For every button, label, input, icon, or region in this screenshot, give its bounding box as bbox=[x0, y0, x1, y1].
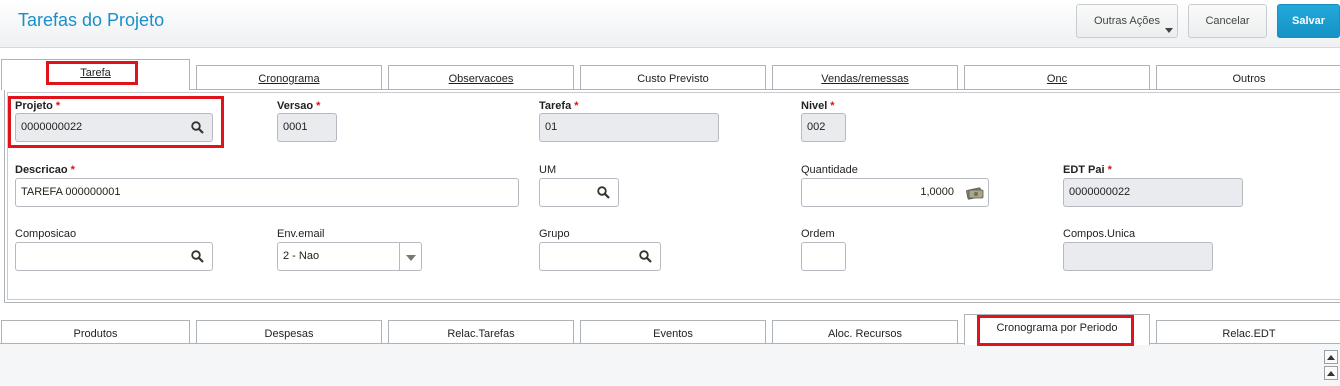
tab-label: Custo Previsto bbox=[637, 73, 709, 85]
tab-despesas[interactable]: Despesas bbox=[196, 320, 382, 344]
descricao-value: TAREFA 000000001 bbox=[21, 186, 121, 198]
tab-label: Vendas/remessas bbox=[821, 73, 909, 85]
tab-label: Onc bbox=[1046, 73, 1068, 85]
search-icon[interactable] bbox=[639, 250, 652, 263]
outras-acoes-button[interactable]: Outras Ações bbox=[1076, 4, 1178, 38]
bottom-content-panel bbox=[0, 343, 1340, 386]
header-bar: Tarefas do Projeto Outras Ações Cancelar… bbox=[0, 0, 1340, 48]
page-title: Tarefas do Projeto bbox=[18, 10, 165, 30]
save-button[interactable]: Salvar bbox=[1277, 4, 1340, 38]
tarefa-field[interactable]: 01 bbox=[539, 113, 719, 142]
tarefa-label: Tarefa * bbox=[539, 100, 579, 112]
tab-cronograma[interactable]: Cronograma bbox=[196, 65, 382, 89]
tab-observacoes[interactable]: Observacoes bbox=[388, 65, 574, 89]
tab-label: Outros bbox=[1232, 73, 1266, 85]
env-email-value: 2 - Nao bbox=[283, 250, 320, 262]
chevron-down-icon[interactable] bbox=[399, 243, 421, 270]
quantidade-label: Quantidade bbox=[801, 164, 858, 176]
tab-tarefa-highlight bbox=[46, 61, 138, 85]
composicao-field[interactable] bbox=[15, 242, 213, 271]
env-email-label: Env.email bbox=[277, 228, 325, 240]
tab-eventos[interactable]: Eventos bbox=[580, 320, 766, 344]
nivel-value: 002 bbox=[807, 121, 826, 133]
scrollbar[interactable] bbox=[1324, 350, 1338, 382]
tab-onc[interactable]: Onc bbox=[964, 65, 1150, 89]
tab-vendas-remessas[interactable]: Vendas/remessas bbox=[772, 65, 958, 89]
um-field[interactable] bbox=[539, 178, 619, 207]
edt-pai-value: 0000000022 bbox=[1069, 186, 1131, 198]
projeto-highlight bbox=[8, 96, 224, 148]
env-email-select[interactable]: 2 - Nao bbox=[277, 242, 422, 271]
grupo-label: Grupo bbox=[539, 228, 570, 240]
compos-unica-label: Compos.Unica bbox=[1063, 228, 1136, 240]
tab-relac-edt[interactable]: Relac.EDT bbox=[1156, 320, 1340, 344]
versao-field[interactable]: 0001 bbox=[277, 113, 337, 142]
bottom-tab-bar: Produtos Despesas Relac.Tarefas Eventos … bbox=[0, 314, 1340, 345]
quantidade-value: 1,0000 bbox=[920, 186, 954, 198]
descricao-label: Descricao * bbox=[15, 164, 75, 176]
grupo-field[interactable] bbox=[539, 242, 661, 271]
chevron-down-icon bbox=[1165, 28, 1173, 33]
versao-label: Versao * bbox=[277, 100, 321, 112]
search-icon[interactable] bbox=[597, 186, 610, 199]
versao-value: 0001 bbox=[283, 121, 308, 133]
descricao-field[interactable]: TAREFA 000000001 bbox=[15, 178, 519, 207]
edt-pai-label: EDT Pai * bbox=[1063, 164, 1112, 176]
tab-label: Cronograma bbox=[258, 73, 320, 85]
cancel-button[interactable]: Cancelar bbox=[1188, 4, 1267, 38]
nivel-label: Nivel * bbox=[801, 100, 835, 112]
tab-produtos[interactable]: Produtos bbox=[1, 320, 190, 344]
tab-outros[interactable]: Outros bbox=[1156, 65, 1340, 89]
money-icon[interactable] bbox=[966, 186, 984, 200]
edt-pai-field[interactable]: 0000000022 bbox=[1063, 178, 1243, 207]
um-label: UM bbox=[539, 164, 557, 176]
scroll-up-icon[interactable] bbox=[1324, 366, 1338, 380]
tarefa-value: 01 bbox=[545, 121, 558, 133]
tab-custo-previsto[interactable]: Custo Previsto bbox=[580, 65, 766, 89]
ordem-field[interactable] bbox=[801, 242, 846, 271]
composicao-label: Composicao bbox=[15, 228, 77, 240]
quantidade-field[interactable]: 1,0000 bbox=[801, 178, 989, 207]
outras-acoes-label: Outras Ações bbox=[1093, 15, 1161, 27]
search-icon[interactable] bbox=[191, 250, 204, 263]
nivel-field[interactable]: 002 bbox=[801, 113, 846, 142]
compos-unica-field[interactable] bbox=[1063, 242, 1213, 271]
scroll-top-icon[interactable] bbox=[1324, 350, 1338, 364]
tab-label: Observacoes bbox=[448, 73, 514, 85]
tab-relac-tarefas[interactable]: Relac.Tarefas bbox=[388, 320, 574, 344]
top-tab-bar: Tarefa Cronograma Observacoes Custo Prev… bbox=[0, 59, 1340, 90]
tab-aloc-recursos[interactable]: Aloc. Recursos bbox=[772, 320, 958, 344]
tab-cronograma-highlight bbox=[977, 315, 1134, 346]
ordem-label: Ordem bbox=[801, 228, 835, 240]
